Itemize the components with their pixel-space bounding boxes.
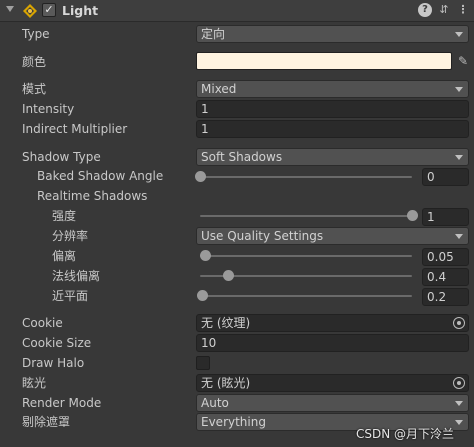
draw-halo-label: Draw Halo xyxy=(22,356,85,370)
dropdown-arrow-icon xyxy=(455,87,463,92)
indirect-multiplier-field[interactable]: 1 xyxy=(196,120,469,138)
baked-shadow-angle-value: 0 xyxy=(427,170,435,184)
color-label: 颜色 xyxy=(22,55,47,69)
enabled-checkbox[interactable]: ✓ xyxy=(42,3,56,17)
resolution-value: Use Quality Settings xyxy=(201,229,324,243)
slider-track xyxy=(200,295,412,297)
type-value: 定向 xyxy=(201,27,226,41)
render-mode-dropdown[interactable]: Auto xyxy=(196,394,469,412)
resolution-dropdown[interactable]: Use Quality Settings xyxy=(196,227,469,245)
normal-bias-field[interactable]: 0.4 xyxy=(422,268,469,286)
cookie-size-field[interactable]: 10 xyxy=(196,334,469,352)
object-picker-icon[interactable] xyxy=(453,317,465,329)
object-picker-icon[interactable] xyxy=(453,377,465,389)
slider-knob[interactable] xyxy=(222,270,234,281)
watermark-text: CSDN @月下泠兰 xyxy=(356,427,455,441)
cookie-label: Cookie xyxy=(22,316,63,330)
foldout-arrow-icon[interactable] xyxy=(6,6,14,12)
culling-mask-value: Everything xyxy=(201,415,266,429)
type-dropdown[interactable]: 定向 xyxy=(196,25,469,43)
indirect-multiplier-value: 1 xyxy=(201,122,209,136)
slider-track xyxy=(200,255,412,257)
normal-bias-slider[interactable] xyxy=(200,269,412,283)
indirect-multiplier-label: Indirect Multiplier xyxy=(22,122,128,136)
near-plane-field[interactable]: 0.2 xyxy=(422,288,469,306)
cookie-value: 无 (纹理) xyxy=(201,316,251,330)
dropdown-arrow-icon xyxy=(455,32,463,37)
light-icon xyxy=(23,4,37,18)
presets-icon[interactable]: ⇵ xyxy=(437,3,451,17)
dropdown-arrow-icon xyxy=(455,420,463,425)
near-plane-value: 0.2 xyxy=(427,290,447,304)
type-label: Type xyxy=(22,27,50,41)
baked-shadow-angle-field[interactable]: 0 xyxy=(422,168,469,186)
cookie-object-field[interactable]: 无 (纹理) xyxy=(196,314,469,332)
intensity-value: 1 xyxy=(201,102,209,116)
culling-mask-label: 剔除遮罩 xyxy=(22,415,71,429)
mode-dropdown[interactable]: Mixed xyxy=(196,80,469,98)
bias-label: 偏离 xyxy=(52,249,77,263)
bias-field[interactable]: 0.05 xyxy=(422,248,469,266)
cookie-size-value: 10 xyxy=(201,336,217,350)
slider-track xyxy=(200,176,412,178)
render-mode-label: Render Mode xyxy=(22,396,102,410)
mode-label: 模式 xyxy=(22,82,47,96)
mode-value: Mixed xyxy=(201,82,237,96)
strength-field[interactable]: 1 xyxy=(422,208,469,226)
normal-bias-label: 法线偏离 xyxy=(52,269,101,283)
draw-halo-checkbox[interactable] xyxy=(196,356,210,370)
shadow-type-label: Shadow Type xyxy=(22,150,101,164)
slider-track xyxy=(200,215,412,217)
slider-knob[interactable] xyxy=(197,290,209,301)
shadow-type-dropdown[interactable]: Soft Shadows xyxy=(196,148,469,166)
strength-label: 强度 xyxy=(52,209,77,223)
near-plane-slider[interactable] xyxy=(197,289,412,303)
component-header: ✓ Light ? ⇵ ⋮ xyxy=(0,0,474,22)
more-options-icon[interactable]: ⋮ xyxy=(456,3,470,17)
color-swatch[interactable] xyxy=(196,52,452,70)
dropdown-arrow-icon xyxy=(455,155,463,160)
flare-value: 无 (眩光) xyxy=(201,376,251,390)
intensity-label: Intensity xyxy=(22,102,75,116)
help-icon[interactable]: ? xyxy=(418,3,432,17)
strength-value: 1 xyxy=(427,210,435,224)
intensity-field[interactable]: 1 xyxy=(196,100,469,118)
baked-shadow-angle-slider[interactable] xyxy=(195,170,412,184)
near-plane-label: 近平面 xyxy=(52,289,89,303)
dropdown-arrow-icon xyxy=(455,234,463,239)
bias-value: 0.05 xyxy=(427,250,454,264)
slider-knob[interactable] xyxy=(407,210,418,221)
bias-slider[interactable] xyxy=(200,249,412,263)
cookie-size-label: Cookie Size xyxy=(22,336,92,350)
flare-label: 眩光 xyxy=(22,376,47,390)
slider-knob[interactable] xyxy=(200,250,212,261)
eyedropper-icon[interactable]: ✎ xyxy=(456,54,470,68)
strength-slider[interactable] xyxy=(200,209,418,223)
normal-bias-value: 0.4 xyxy=(427,270,447,284)
resolution-label: 分辨率 xyxy=(52,229,89,243)
render-mode-value: Auto xyxy=(201,396,229,410)
slider-knob[interactable] xyxy=(195,171,206,182)
baked-shadow-angle-label: Baked Shadow Angle xyxy=(37,169,164,183)
realtime-shadows-label: Realtime Shadows xyxy=(37,189,148,203)
shadow-type-value: Soft Shadows xyxy=(201,150,283,164)
flare-object-field[interactable]: 无 (眩光) xyxy=(196,374,469,392)
dropdown-arrow-icon xyxy=(455,401,463,406)
component-title: Light xyxy=(62,3,99,18)
